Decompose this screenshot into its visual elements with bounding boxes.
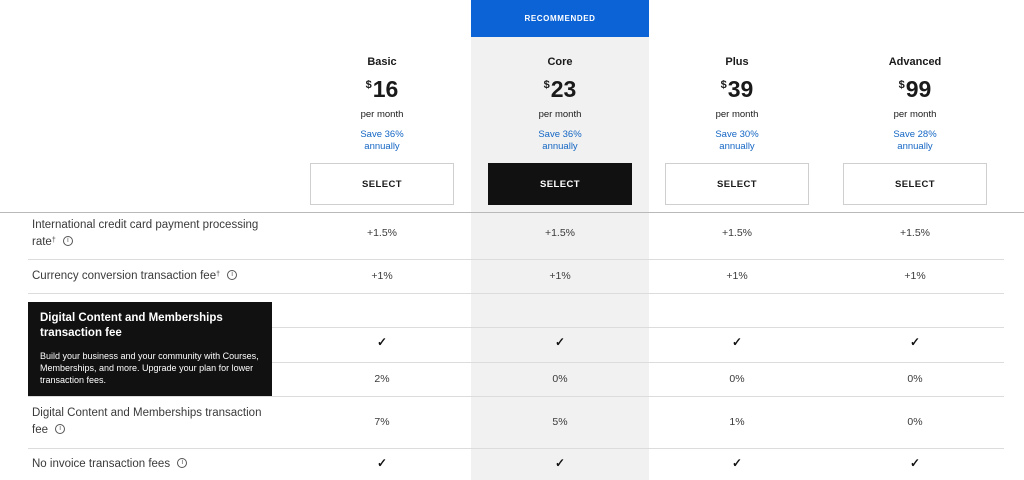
row-label: International credit card payment proces…: [32, 219, 259, 248]
plan-name: Basic: [367, 56, 397, 68]
value-basic: 7%: [374, 416, 390, 428]
check-icon: ✓: [376, 335, 388, 349]
recommended-badge: RECOMMENDED: [471, 0, 649, 37]
plan-price: $16: [365, 76, 399, 102]
tooltip-title: Digital Content and Memberships transact…: [40, 312, 223, 339]
plan-savings: Save 36% annually: [360, 129, 404, 152]
check-icon: ✓: [909, 335, 921, 349]
plan-name: Plus: [725, 56, 749, 68]
info-icon[interactable]: i: [177, 457, 188, 468]
info-icon[interactable]: i: [227, 269, 238, 280]
info-tooltip: Digital Content and Memberships transact…: [28, 302, 272, 396]
plan-period: per month: [360, 109, 404, 120]
plan-savings: Save 36% annually: [538, 129, 582, 152]
row-divider: [28, 448, 1004, 449]
value-basic: 2%: [374, 373, 390, 385]
plan-savings: Save 28% annually: [893, 129, 937, 152]
plan-name: Core: [547, 56, 573, 68]
recommended-column-highlight: [471, 0, 649, 480]
row-label: Currency conversion transaction fee† i: [32, 268, 272, 285]
value-core: 0%: [552, 373, 568, 385]
select-advanced-button[interactable]: SELECT: [843, 163, 987, 205]
value-advanced: 0%: [907, 416, 923, 428]
header-divider: [0, 212, 1024, 213]
row-divider: [28, 293, 1004, 294]
row-divider: [28, 259, 1004, 260]
select-plus-button[interactable]: SELECT: [665, 163, 809, 205]
check-icon: ✓: [554, 335, 566, 349]
plan-period: per month: [893, 109, 937, 120]
check-icon: ✓: [554, 456, 566, 470]
select-basic-button[interactable]: SELECT: [310, 163, 454, 205]
info-icon[interactable]: i: [62, 235, 73, 246]
value-advanced: +1.5%: [899, 227, 931, 239]
plan-period: per month: [538, 109, 582, 120]
tooltip-body: Build your business and your community w…: [40, 351, 259, 385]
value-plus: 0%: [729, 373, 745, 385]
check-icon: ✓: [731, 456, 743, 470]
info-icon[interactable]: i: [55, 423, 66, 434]
plan-period: per month: [715, 109, 759, 120]
plan-price: $39: [720, 76, 754, 102]
value-plus: 1%: [729, 416, 745, 428]
plan-price: $23: [543, 76, 577, 102]
check-icon: ✓: [376, 456, 388, 470]
value-plus: +1.5%: [721, 227, 753, 239]
plan-name: Advanced: [888, 56, 942, 68]
row-label: Digital Content and Memberships transact…: [32, 407, 262, 436]
value-core: +1.5%: [544, 227, 576, 239]
value-advanced: 0%: [907, 373, 923, 385]
row-divider: [28, 396, 1004, 397]
plan-savings: Save 30% annually: [715, 129, 759, 152]
value-plus: +1%: [726, 270, 748, 282]
select-core-button[interactable]: SELECT: [488, 163, 632, 205]
value-core: +1%: [549, 270, 571, 282]
value-advanced: +1%: [904, 270, 926, 282]
row-label: No invoice transaction fees i: [32, 456, 272, 473]
check-icon: ✓: [909, 456, 921, 470]
value-basic: +1.5%: [366, 227, 398, 239]
value-basic: +1%: [371, 270, 393, 282]
check-icon: ✓: [731, 335, 743, 349]
value-core: 5%: [552, 416, 568, 428]
plan-price: $99: [898, 76, 932, 102]
